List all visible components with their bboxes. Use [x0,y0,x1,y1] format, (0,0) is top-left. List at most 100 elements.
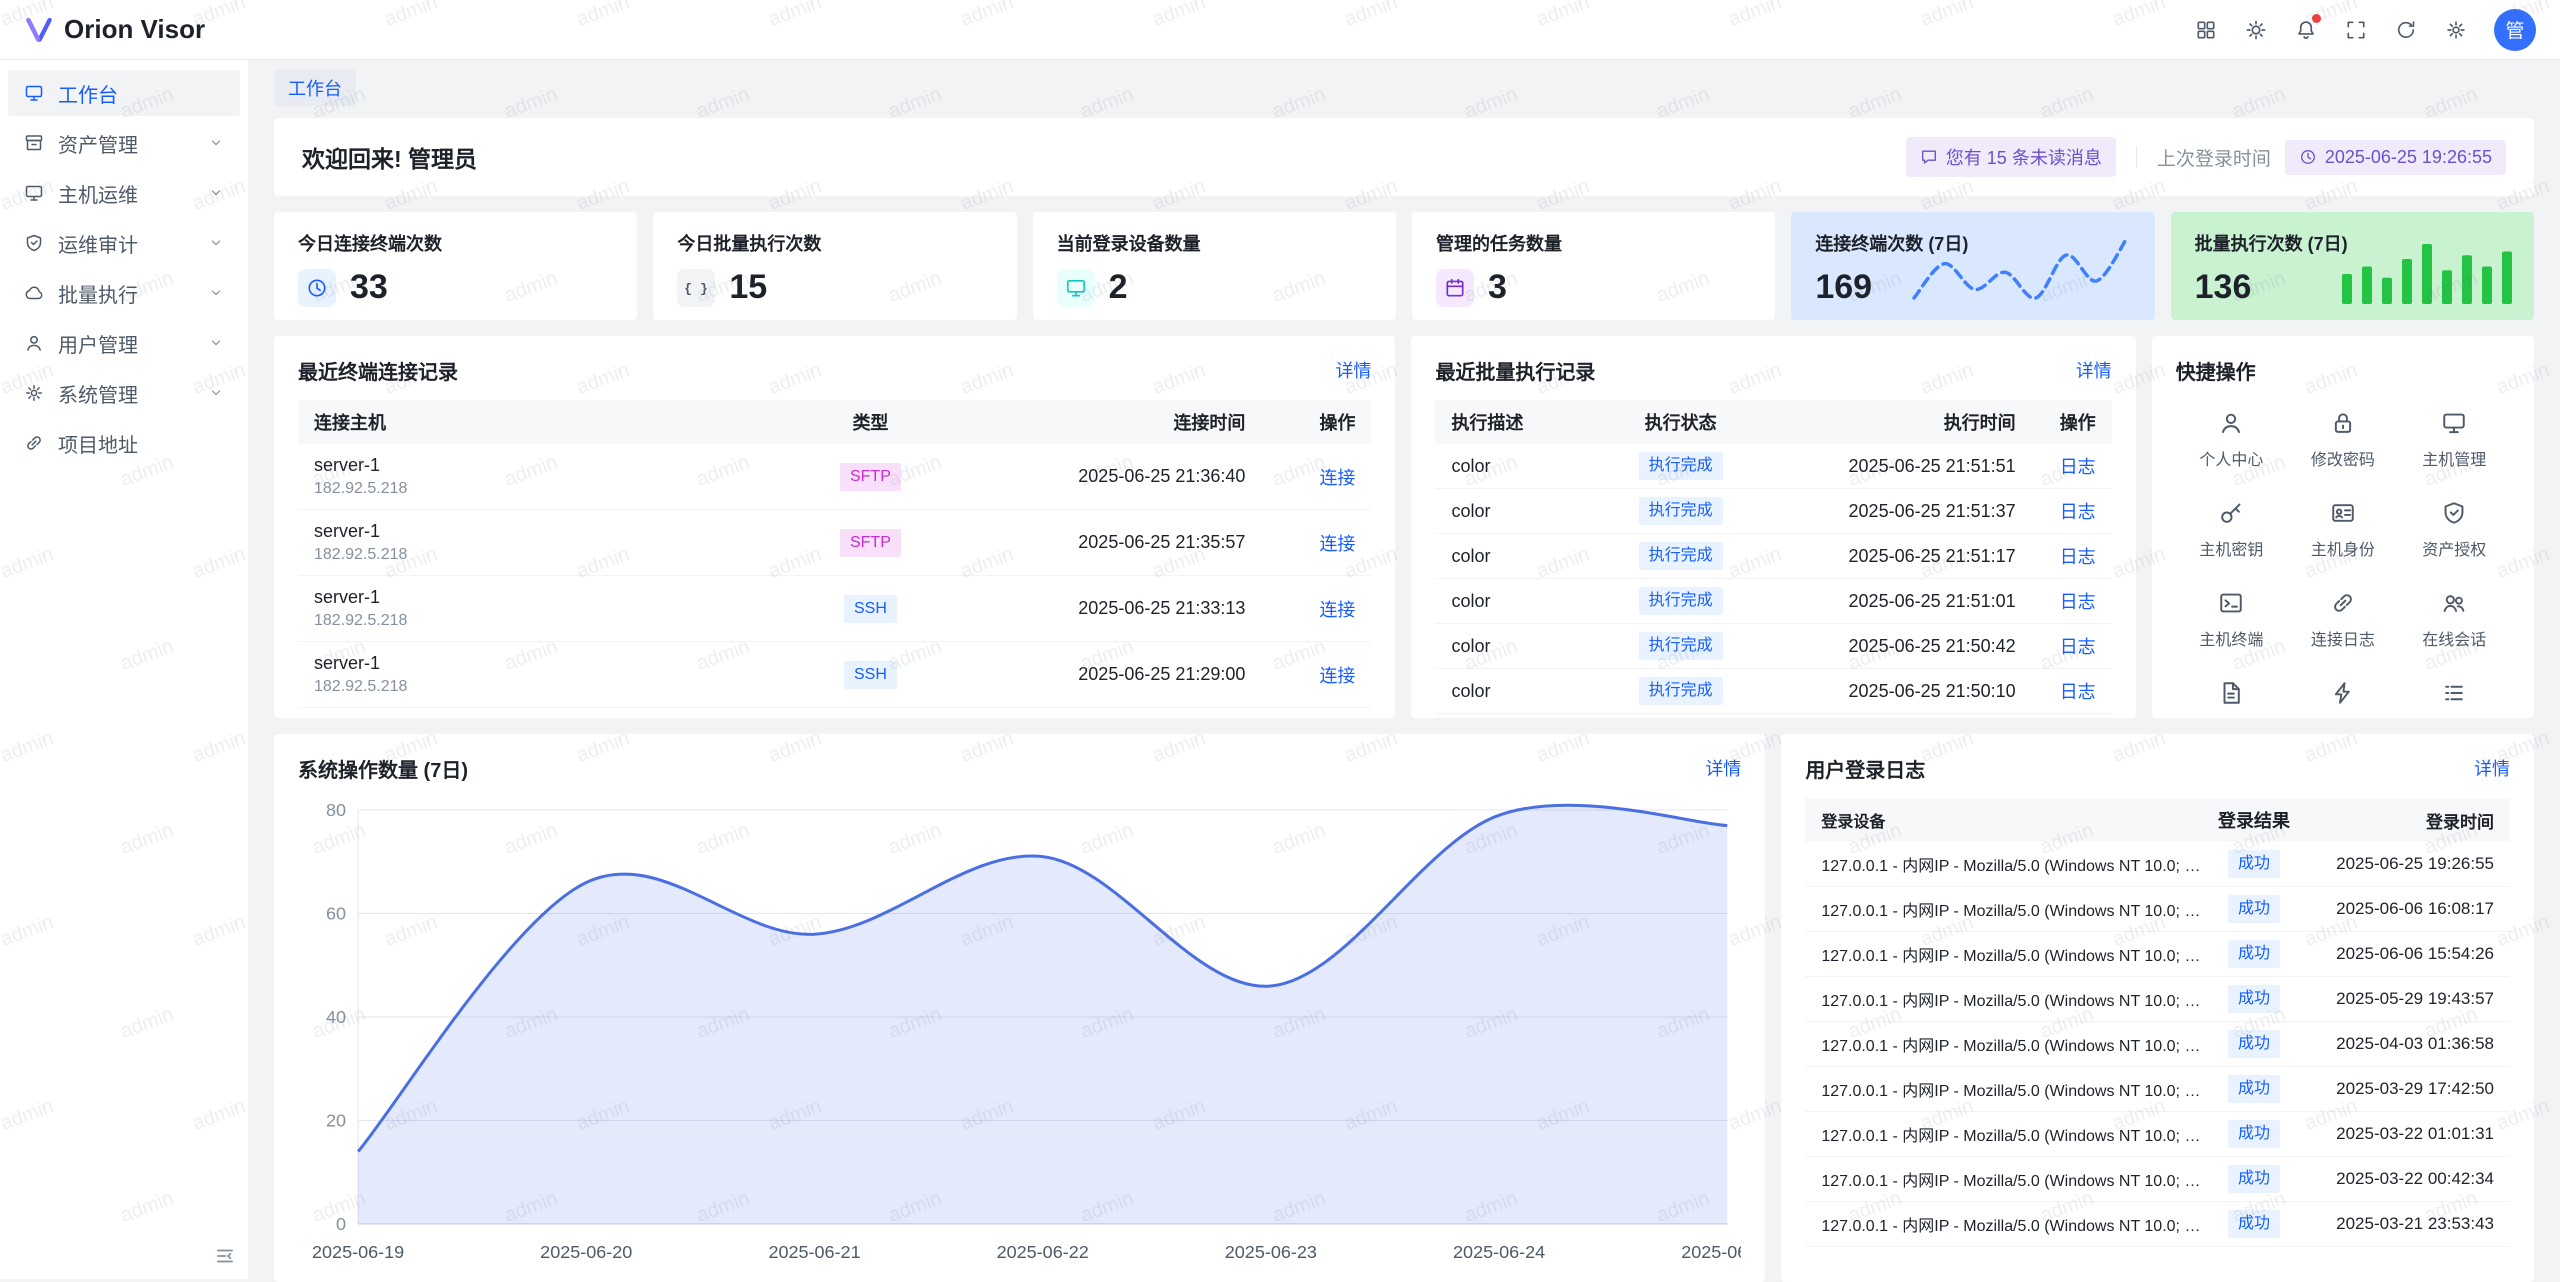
status-cell: 执行完成 [1596,542,1766,570]
exec-time: 2025-06-25 21:50:10 [1766,681,2016,702]
host-ip: 182.92.5.218 [314,612,795,630]
logo-icon [24,15,54,45]
sun-button[interactable] [2234,8,2278,52]
log-link[interactable]: 日志 [2060,592,2096,612]
batch-record-row: color执行完成2025-06-25 21:50:10日志 [1435,669,2111,714]
connect-link[interactable]: 连接 [1319,666,1355,686]
quick-action-item[interactable]: 主机身份 [2287,500,2398,560]
gear-button[interactable] [2434,8,2478,52]
apps-button[interactable] [2184,8,2228,52]
type-cell: SFTP [795,529,945,557]
sidebar-item[interactable]: 运维审计 [8,220,240,266]
header-actions: 管 [2184,8,2536,52]
sidebar-item[interactable]: 工作台 [8,70,240,116]
app-logo[interactable]: Orion Visor [24,14,205,45]
action-cell: 连接 [1245,464,1355,490]
connect-link[interactable]: 连接 [1319,534,1355,554]
sidebar-item[interactable]: 批量执行 [8,270,240,316]
action-cell: 连接 [1245,596,1355,622]
idcard-icon [2330,500,2356,526]
terminal-detail-link[interactable]: 详情 [1335,357,1371,383]
chart-detail-link[interactable]: 详情 [1705,755,1741,781]
quick-action-item[interactable]: 执行日志 [2399,680,2510,718]
result-cell: 成功 [2209,940,2299,968]
fullscreen-button[interactable] [2334,8,2378,52]
divider [2136,146,2137,168]
sidebar-item[interactable]: 系统管理 [8,370,240,416]
log-link[interactable]: 日志 [2060,457,2096,477]
login-time: 2025-03-22 00:42:34 [2299,1169,2494,1189]
quick-action-item[interactable]: 在线会话 [2399,590,2510,650]
quick-action-item[interactable]: 个人中心 [2176,410,2287,470]
quick-action-item[interactable]: 文件操作日志 [2176,680,2287,718]
sidebar-item[interactable]: 主机运维 [8,170,240,216]
unread-messages-chip[interactable]: 您有 15 条未读消息 [1906,137,2116,177]
status-cell: 执行完成 [1596,587,1766,615]
exec-description: color [1451,636,1595,657]
action-cell: 日志 [2016,588,2096,614]
bolt-icon [2330,680,2356,706]
quick-action-label: 主机身份 [2311,536,2375,560]
user-avatar[interactable]: 管 [2494,9,2536,51]
svg-text:2025-06-21: 2025-06-21 [768,1242,860,1262]
connect-link[interactable]: 连接 [1319,600,1355,620]
login-result-tag: 成功 [2228,1120,2280,1148]
exec-status-tag: 执行完成 [1639,587,1723,615]
svg-text:20: 20 [326,1111,346,1131]
quick-action-item[interactable]: 主机密钥 [2176,500,2287,560]
refresh-button[interactable] [2384,8,2428,52]
action-cell: 连接 [1245,662,1355,688]
monitor-icon [1057,269,1095,307]
collapse-sidebar-button[interactable] [214,1245,236,1267]
welcome-meta: 您有 15 条未读消息 上次登录时间 2025-06-25 19:26:55 [1906,137,2506,177]
login-time: 2025-06-25 19:26:55 [2299,854,2494,874]
log-link[interactable]: 日志 [2060,547,2096,567]
host-name: server-1 [314,653,795,674]
sidebar-item-label: 批量执行 [58,279,194,308]
terminal-record-row: server-1182.92.5.218SFTP2025-06-25 21:35… [298,510,1371,576]
svg-text:2025-06-19: 2025-06-19 [312,1242,404,1262]
calendar-icon [1436,269,1474,307]
log-link[interactable]: 日志 [2060,682,2096,702]
svg-text:2025-06-25: 2025-06-25 [1681,1242,1741,1262]
host-cell: server-1182.92.5.218 [314,455,795,498]
quick-action-item[interactable]: 修改密码 [2287,410,2398,470]
batch-table-body: color执行完成2025-06-25 21:51:51日志color执行完成2… [1435,444,2111,714]
log-link[interactable]: 日志 [2060,637,2096,657]
host-ip: 182.92.5.218 [314,480,795,498]
breadcrumb-item-workbench[interactable]: 工作台 [274,70,356,106]
bell-button[interactable] [2284,8,2328,52]
login-time: 2025-06-06 15:54:26 [2299,944,2494,964]
sidebar-item[interactable]: 项目地址 [8,420,240,466]
log-link[interactable]: 日志 [2060,502,2096,522]
quick-action-item[interactable]: 连接日志 [2287,590,2398,650]
login-detail-link[interactable]: 详情 [2474,755,2510,781]
sun-icon [2245,19,2267,41]
exec-status-tag: 执行完成 [1639,542,1723,570]
batch-record-row: color执行完成2025-06-25 21:50:42日志 [1435,624,2111,669]
connect-link[interactable]: 连接 [1319,468,1355,488]
login-time: 2025-04-03 01:36:58 [2299,1034,2494,1054]
batch-detail-link[interactable]: 详情 [2076,357,2112,383]
connect-time: 2025-06-25 21:33:13 [945,598,1245,619]
quick-action-item[interactable]: 命令执行 [2287,680,2398,718]
desktop-icon [24,83,44,103]
sidebar-item-label: 项目地址 [58,429,224,458]
exec-description: color [1451,501,1595,522]
terminal-panel-title: 最近终端连接记录 [298,356,458,385]
quick-action-item[interactable]: 主机管理 [2399,410,2510,470]
sidebar-menu: 工作台资产管理主机运维运维审计批量执行用户管理系统管理项目地址 [8,70,240,466]
terminal-table-body: server-1182.92.5.218SFTP2025-06-25 21:36… [298,444,1371,708]
sidebar-item[interactable]: 资产管理 [8,120,240,166]
stat-value: 169 [1815,268,1872,307]
list-icon [2441,680,2467,706]
quick-action-item[interactable]: 主机终端 [2176,590,2287,650]
sidebar-item-label: 用户管理 [58,329,194,358]
stat-value: 33 [350,268,388,307]
sidebar-item[interactable]: 用户管理 [8,320,240,366]
batch-panel-title: 最近批量执行记录 [1435,356,1595,385]
protocol-tag: SFTP [840,529,901,557]
login-time: 2025-05-29 19:43:57 [2299,989,2494,1009]
quick-action-item[interactable]: 资产授权 [2399,500,2510,560]
login-device: 127.0.0.1 - 内网IP - Mozilla/5.0 (Windows … [1821,1077,2209,1101]
